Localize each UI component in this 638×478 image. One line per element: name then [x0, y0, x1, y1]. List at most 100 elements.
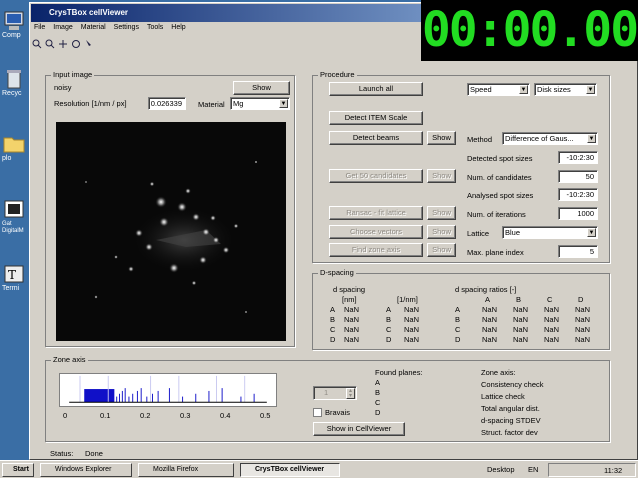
show-ransac-button[interactable]: Show	[427, 206, 456, 220]
pan-icon[interactable]	[58, 39, 68, 49]
desktop-icon-folder[interactable]: plo	[2, 133, 28, 162]
num-iterations-input[interactable]: 1000	[558, 207, 598, 220]
dspacing-stdev-info: d-spacing STDEV	[481, 416, 541, 425]
histogram-bar	[168, 388, 170, 403]
dspacing-value: NaN	[404, 315, 420, 324]
bravais-label: Bravais	[325, 408, 351, 417]
histogram-bar	[146, 396, 148, 403]
lattice-label: Lattice	[467, 229, 490, 238]
detect-item-scale-button[interactable]: Detect ITEM Scale	[329, 111, 423, 125]
toolbar	[32, 37, 94, 51]
spinner-arrows-icon[interactable]: ▴ ▾	[346, 388, 355, 399]
gatan-app-icon	[4, 200, 24, 218]
find-zone-axis-button[interactable]: Find zone axis	[329, 243, 423, 257]
desktop-toolbar-label[interactable]: Desktop	[487, 465, 515, 474]
histogram-tick: 0.2	[140, 411, 151, 420]
disk-sizes-select[interactable]: Disk sizes ▼	[534, 83, 597, 96]
choose-vectors-button[interactable]: Choose vectors	[329, 225, 423, 239]
dspacing-value: NaN	[404, 335, 420, 344]
detect-beams-button[interactable]: Detect beams	[329, 131, 423, 145]
histogram-bars	[69, 375, 267, 403]
histogram-bar	[107, 375, 109, 403]
dspacing-value: NaN	[482, 335, 498, 344]
dspacing-row-letter: C	[455, 325, 461, 334]
taskbar-item-firefox[interactable]: Mozilla Firefox	[138, 463, 234, 477]
data-cursor-icon[interactable]	[84, 39, 94, 49]
tray-clock[interactable]: 11:32	[604, 466, 622, 475]
desktop-icon-label: Gat DigitalM	[2, 221, 24, 234]
histogram-bar	[79, 375, 81, 403]
language-indicator[interactable]: EN	[528, 465, 538, 474]
dspacing-value: NaN	[344, 315, 360, 324]
terminal-app-icon: T	[4, 265, 24, 283]
histogram-bar	[240, 396, 242, 403]
histogram-bar	[119, 393, 120, 403]
analysed-spot-sizes-label: Analysed spot sizes	[467, 191, 534, 200]
num-candidates-input[interactable]: 50	[558, 170, 598, 183]
menu-image[interactable]: Image	[53, 24, 72, 36]
input-image-title: Input image	[51, 70, 95, 79]
dspacing-value: NaN	[344, 305, 360, 314]
menu-help[interactable]: Help	[171, 24, 185, 36]
method-select[interactable]: Difference of Gaus... ▼	[502, 132, 598, 145]
zone-axis-info: Zone axis:	[481, 368, 516, 377]
menu-material[interactable]: Material	[81, 24, 106, 36]
menu-file[interactable]: File	[34, 24, 45, 36]
image-filename: noisy	[54, 83, 72, 92]
desktop-icon-terminal[interactable]: T Termi	[2, 263, 28, 292]
show-in-cellviewer-button[interactable]: Show in CellViewer	[313, 422, 405, 436]
histogram-tick: 0.1	[100, 411, 111, 420]
zone-axis-spinner[interactable]: 1 ▴ ▾	[313, 386, 357, 400]
lattice-select[interactable]: Blue ▼	[502, 226, 598, 239]
histogram-bar	[178, 375, 180, 403]
taskbar-item-explorer[interactable]: Windows Explorer	[40, 463, 132, 477]
lattice-check-info: Lattice check	[481, 392, 525, 401]
material-select[interactable]: Mg ▼	[230, 97, 290, 110]
desktop-icon-gatan[interactable]: Gat DigitalM	[2, 198, 28, 234]
dspacing-value: NaN	[575, 325, 591, 334]
dspacing-row-letter: D	[330, 335, 336, 344]
menu-tools[interactable]: Tools	[147, 24, 163, 36]
max-plane-index-input[interactable]: 5	[558, 245, 598, 258]
taskbar-item-cellviewer[interactable]: CrysTBox cellViewer	[240, 463, 340, 477]
ransac-fit-lattice-button[interactable]: Ransac - fit lattice	[329, 206, 423, 220]
material-select-value: Mg	[233, 99, 244, 108]
ratio-col-header: B	[516, 295, 522, 304]
show-image-button[interactable]: Show	[233, 81, 290, 95]
folder-icon	[3, 137, 25, 153]
disk-sizes-value: Disk sizes	[537, 85, 571, 94]
dspacing-value: NaN	[513, 305, 529, 314]
detected-spot-sizes-input[interactable]: -10:2:30	[558, 151, 598, 164]
histogram-bar	[128, 396, 130, 403]
launch-all-button[interactable]: Launch all	[329, 82, 423, 96]
analysed-spot-sizes-input[interactable]: -10:2:30	[558, 188, 598, 201]
show-vectors-button[interactable]: Show	[427, 225, 456, 239]
histogram-bar	[136, 390, 138, 403]
diffraction-image[interactable]	[56, 122, 286, 341]
histogram-bar	[195, 393, 197, 403]
show-candidates-button[interactable]: Show	[427, 169, 456, 183]
speed-select[interactable]: Speed ▼	[467, 83, 530, 96]
dspacing-value: NaN	[482, 325, 498, 334]
resolution-input[interactable]: 0.026339	[148, 97, 186, 110]
dspacing-value: NaN	[544, 305, 560, 314]
zone-axis-histogram[interactable]	[59, 373, 277, 407]
zoom-out-icon[interactable]	[45, 39, 55, 49]
desktop-icon-computer[interactable]: Comp	[2, 10, 28, 39]
bravais-checkbox[interactable]	[313, 408, 322, 417]
zoom-in-icon[interactable]	[32, 39, 42, 49]
desktop-icon-recycle[interactable]: Recyc	[2, 68, 28, 97]
dspacing-value: NaN	[482, 315, 498, 324]
taskbar: Start Windows Explorer Mozilla Firefox C…	[0, 460, 638, 478]
dspacing-row-letter: D	[386, 335, 392, 344]
show-beams-button[interactable]: Show	[427, 131, 456, 145]
found-plane-b: B	[375, 388, 381, 397]
dspacing-value: NaN	[404, 325, 420, 334]
start-button[interactable]: Start	[2, 463, 34, 477]
menu-settings[interactable]: Settings	[114, 24, 139, 36]
found-plane-d: D	[375, 408, 381, 417]
rotate-icon[interactable]	[71, 39, 81, 49]
get-candidates-button[interactable]: Get 50 candidates	[329, 169, 423, 183]
show-zone-axis-button[interactable]: Show	[427, 243, 456, 257]
resolution-label: Resolution [1/nm / px]	[54, 99, 127, 108]
